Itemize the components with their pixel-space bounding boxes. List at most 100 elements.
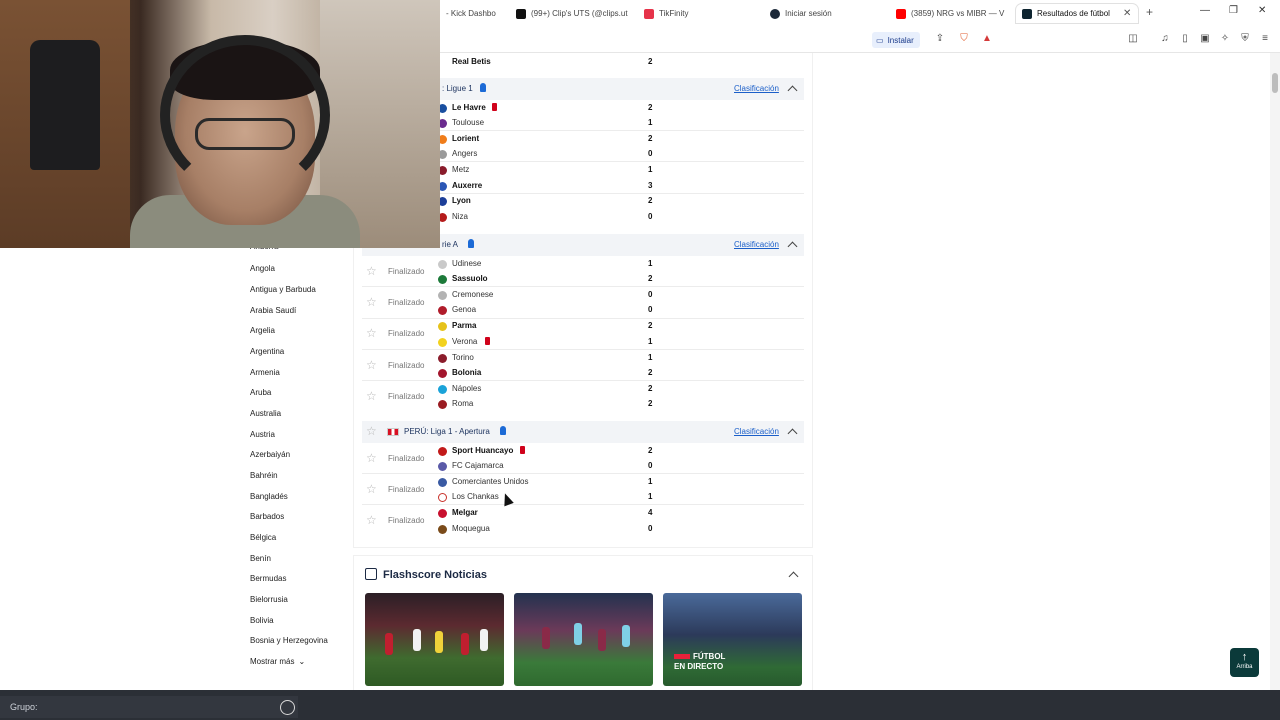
browser-tab[interactable]: TikFinity — [644, 4, 754, 23]
row-divider — [362, 504, 804, 505]
team-name[interactable]: Sport Huancayo — [452, 446, 513, 455]
country-link[interactable]: Antigua y Barbuda — [250, 285, 316, 294]
standings-link[interactable]: Clasificación — [734, 427, 779, 436]
news-thumbnail[interactable] — [514, 593, 653, 686]
team-name[interactable]: Lyon — [452, 196, 471, 205]
match-status: Finalizado — [388, 329, 425, 338]
install-app-button[interactable]: ▭ Instalar — [872, 32, 920, 48]
news-thumbnail[interactable] — [365, 593, 504, 686]
team-name[interactable]: Niza — [452, 212, 468, 221]
team-score: 1 — [648, 259, 653, 268]
team-name[interactable]: Angers — [452, 149, 477, 158]
country-link[interactable]: Bélgica — [250, 533, 276, 542]
country-link[interactable]: Bielorrusia — [250, 595, 288, 604]
team-logo — [438, 478, 447, 487]
country-link[interactable]: Benín — [250, 554, 271, 563]
window-close-icon[interactable]: ✕ — [1258, 5, 1266, 16]
country-link[interactable]: Argentina — [250, 347, 284, 356]
team-name[interactable]: Los Chankas — [452, 492, 499, 501]
new-tab-icon[interactable]: + — [1146, 5, 1153, 19]
restore-icon[interactable]: ❐ — [1229, 5, 1238, 16]
team-name[interactable]: Metz — [452, 165, 469, 174]
team-name[interactable]: FC Cajamarca — [452, 461, 504, 470]
wallet-icon[interactable]: ▣ — [1199, 33, 1211, 45]
team-name[interactable]: Parma — [452, 321, 476, 330]
favorite-star-icon[interactable]: ☆ — [366, 514, 377, 526]
league-name[interactable]: PERÚ: Liga 1 - Apertura — [404, 427, 490, 436]
country-link[interactable]: Bahréin — [250, 471, 278, 480]
panel-icon[interactable]: ▯ — [1179, 33, 1191, 45]
back-to-top-button[interactable]: ↑ Arriba — [1230, 648, 1259, 677]
pin-icon[interactable] — [500, 426, 506, 435]
favorite-star-icon[interactable]: ☆ — [366, 359, 377, 371]
team-score: 1 — [648, 353, 653, 362]
minimize-icon[interactable]: — — [1200, 5, 1210, 16]
country-link[interactable]: Azerbaiyán — [250, 450, 290, 459]
team-name[interactable]: Roma — [452, 399, 473, 408]
favorite-star-icon[interactable]: ☆ — [366, 296, 377, 308]
country-link[interactable]: Barbados — [250, 512, 284, 521]
news-thumbnail[interactable] — [663, 593, 802, 686]
country-link[interactable]: Aruba — [250, 388, 271, 397]
country-link[interactable]: Argelia — [250, 326, 275, 335]
team-name[interactable]: Toulouse — [452, 118, 484, 127]
browser-tab[interactable]: - Kick Dashbo — [446, 4, 510, 23]
team-name[interactable]: Torino — [452, 353, 474, 362]
favorite-star-icon[interactable]: ☆ — [366, 452, 377, 464]
team-name[interactable]: Genoa — [452, 305, 476, 314]
pin-icon[interactable] — [480, 83, 486, 92]
favorite-star-icon[interactable]: ☆ — [366, 483, 377, 495]
menu-icon[interactable]: ≡ — [1259, 33, 1271, 45]
team-name[interactable]: Comerciantes Unidos — [452, 477, 528, 486]
team-name[interactable]: Moquegua — [452, 524, 490, 533]
close-icon[interactable]: ✕ — [1123, 8, 1131, 19]
country-link[interactable]: Arabia Saudí — [250, 306, 296, 315]
show-more-button[interactable]: Mostrar más ⌄ — [250, 657, 305, 666]
country-link[interactable]: Bermudas — [250, 574, 286, 583]
team-name[interactable]: Sassuolo — [452, 274, 488, 283]
sidebar-toggle-icon[interactable]: ◫ — [1127, 33, 1139, 45]
music-icon[interactable]: ♫ — [1159, 33, 1171, 45]
country-link[interactable]: Angola — [250, 264, 275, 273]
team-name[interactable]: Le Havre — [452, 103, 486, 112]
browser-tab[interactable]: (99+) Clip's UTS (@clips.ut — [516, 4, 636, 23]
brave-shield-icon[interactable]: ⛉ — [958, 33, 970, 45]
vpn-icon[interactable]: ⛨ — [1239, 33, 1251, 45]
share-icon[interactable]: ⇪ — [934, 33, 946, 45]
pin-icon[interactable] — [468, 239, 474, 248]
rewards-icon[interactable]: ▲ — [981, 33, 993, 45]
country-link[interactable]: Bolivia — [250, 616, 274, 625]
country-link[interactable]: Bosnia y Herzegovina — [250, 636, 328, 645]
team-name[interactable]: Bolonia — [452, 368, 481, 377]
country-link[interactable]: Australia — [250, 409, 281, 418]
country-link[interactable]: Austria — [250, 430, 275, 439]
group-field[interactable] — [0, 696, 298, 718]
scrollbar-thumb[interactable] — [1272, 73, 1278, 93]
team-name[interactable]: Auxerre — [452, 181, 482, 190]
browser-tab-active[interactable]: Resultados de fútbol ✕ — [1016, 4, 1138, 23]
league-name[interactable]: : Ligue 1 — [442, 84, 473, 93]
team-name[interactable]: Udinese — [452, 259, 481, 268]
favorite-star-icon[interactable]: ☆ — [366, 265, 377, 277]
player-figure — [598, 629, 606, 651]
team-name[interactable]: Nápoles — [452, 384, 481, 393]
team-name[interactable]: Melgar — [452, 508, 478, 517]
page-scrollbar[interactable] — [1270, 53, 1280, 690]
team-name[interactable]: Lorient — [452, 134, 479, 143]
team-name[interactable]: Cremonese — [452, 290, 493, 299]
country-link[interactable]: Bangladés — [250, 492, 288, 501]
browser-tab[interactable]: (3859) NRG vs MIBR — V — [896, 4, 1006, 23]
favorite-star-icon[interactable]: ☆ — [366, 425, 377, 437]
favorite-star-icon[interactable]: ☆ — [366, 327, 377, 339]
browser-tab[interactable]: Iniciar sesión — [770, 4, 880, 23]
team-name[interactable]: Real Betis — [452, 57, 491, 66]
country-link[interactable]: Armenia — [250, 368, 280, 377]
back-to-top-label: Arriba — [1236, 664, 1253, 670]
favorite-star-icon[interactable]: ☆ — [366, 390, 377, 402]
standings-link[interactable]: Clasificación — [734, 240, 779, 249]
group-settings-icon[interactable] — [280, 700, 295, 715]
league-name[interactable]: rie A — [442, 240, 458, 249]
team-name[interactable]: Verona — [452, 337, 477, 346]
ai-icon[interactable]: ✧ — [1219, 33, 1231, 45]
standings-link[interactable]: Clasificación — [734, 84, 779, 93]
